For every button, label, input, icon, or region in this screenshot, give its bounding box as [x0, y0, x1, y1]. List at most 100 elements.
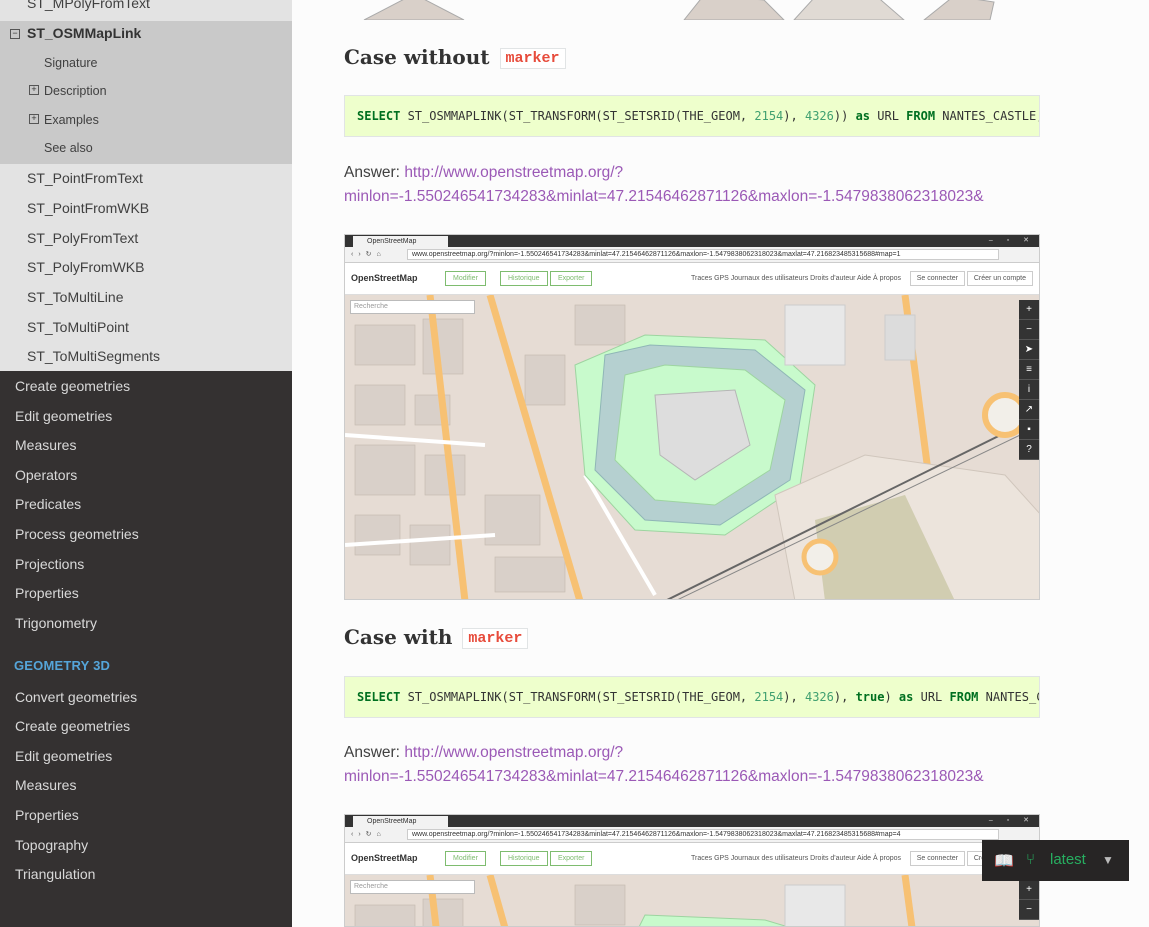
- address-bar: ‹›↻⌂ www.openstreetmap.org/?minlon=-1.55…: [345, 827, 1039, 843]
- expand-icon[interactable]: +: [29, 114, 39, 124]
- map-screenshot-previous: [344, 0, 1040, 20]
- version-selector[interactable]: 📖 ⑂ latest ▼: [982, 840, 1129, 881]
- sidebar-item-projections[interactable]: Projections: [15, 556, 84, 572]
- browser-tab-strip: OpenStreetMap – ▫ ✕: [345, 235, 1039, 247]
- answer-paragraph-2: Answer: http://www.openstreetmap.org/? m…: [344, 741, 1044, 789]
- sql-keyword-from: FROM: [949, 690, 979, 704]
- osm-logo: OpenStreetMap: [351, 853, 418, 863]
- version-label: latest: [1050, 851, 1086, 868]
- sidebar-subitem-examples[interactable]: Examples: [44, 113, 99, 127]
- osm-screenshot-2: OpenStreetMap – ▫ ✕ ‹›↻⌂ www.openstreetm…: [344, 814, 1040, 927]
- right-gutter: [1092, 0, 1149, 927]
- map-fragment: [344, 0, 1040, 20]
- sidebar-item-operators[interactable]: Operators: [15, 467, 77, 483]
- answer-link-continued[interactable]: minlon=-1.550246541734283&minlat=47.2154…: [344, 768, 984, 785]
- sidebar-item-st-pointfromtext[interactable]: ST_PointFromText: [27, 170, 143, 186]
- url-field: www.openstreetmap.org/?minlon=-1.5502465…: [407, 249, 999, 260]
- sql-text: ),: [783, 690, 805, 704]
- sidebar-item-topography[interactable]: Topography: [15, 837, 88, 853]
- sidebar-item-st-tomultiline[interactable]: ST_ToMultiLine: [27, 289, 124, 305]
- sidebar-subitem-signature[interactable]: Signature: [44, 56, 98, 70]
- sql-keyword-select: SELECT: [357, 690, 401, 704]
- layers-icon: ≡: [1019, 360, 1039, 380]
- sidebar-item-triangulation[interactable]: Triangulation: [15, 866, 95, 882]
- osm-modifier-button: Modifier: [445, 271, 486, 286]
- osm-modifier-button: Modifier: [445, 851, 486, 866]
- window-controls: – ▫ ✕: [988, 237, 1035, 244]
- osm-exporter-button: Exporter: [550, 271, 593, 286]
- sidebar-item-st-mpolyfromtext[interactable]: ST_MPolyFromText: [27, 0, 287, 14]
- locate-icon: ➤: [1019, 340, 1039, 360]
- sidebar-item-process-geometries[interactable]: Process geometries: [15, 526, 139, 542]
- sidebar-item-st-osmmaplink[interactable]: ST_OSMMapLink: [27, 25, 141, 41]
- sidebar-item-convert-geometries[interactable]: Convert geometries: [15, 689, 137, 705]
- answer-link[interactable]: http://www.openstreetmap.org/?: [404, 744, 623, 761]
- sidebar-item-create-geometries[interactable]: Create geometries: [15, 378, 130, 394]
- sidebar-item-predicates[interactable]: Predicates: [15, 496, 81, 512]
- sql-text: ),: [783, 109, 805, 123]
- osm-map: Recherche + − ➤ ≡ i ↗ ▪ ?: [345, 294, 1039, 599]
- sql-keyword-from: FROM: [906, 109, 936, 123]
- sidebar-item-trigonometry[interactable]: Trigonometry: [15, 615, 97, 631]
- book-icon: 📖: [994, 853, 1014, 870]
- sidebar-item-st-pointfromwkb[interactable]: ST_PointFromWKB: [27, 200, 149, 216]
- zoom-out-icon: −: [1019, 320, 1039, 340]
- sidebar-item-create-geometries-3d[interactable]: Create geometries: [15, 718, 130, 734]
- info-icon: i: [1019, 380, 1039, 400]
- sidebar-item-edit-geometries[interactable]: Edit geometries: [15, 408, 112, 424]
- map-drawing: [345, 294, 1039, 599]
- sql-number: 4326: [804, 109, 834, 123]
- sidebar-item-st-tomultipoint[interactable]: ST_ToMultiPoint: [27, 319, 129, 335]
- sidebar-subitem-description[interactable]: Description: [44, 84, 107, 98]
- sql-keyword-as: as: [898, 690, 914, 704]
- osm-search-input: Recherche: [350, 880, 475, 894]
- osm-nav-links: Traces GPS Journaux des utilisateurs Dro…: [690, 275, 901, 282]
- browser-tab: OpenStreetMap: [353, 816, 448, 827]
- git-branch-icon: ⑂: [1026, 851, 1036, 868]
- osm-historique-button: Historique: [500, 851, 548, 866]
- sql-keyword-true: true: [855, 690, 885, 704]
- sidebar-item-st-polyfromtext[interactable]: ST_PolyFromText: [27, 230, 138, 246]
- expand-icon[interactable]: +: [29, 85, 39, 95]
- browser-nav-icons: ‹›↻⌂: [351, 251, 386, 258]
- osm-map-controls: + − ➤ ≡ i ↗ ▪ ?: [1019, 300, 1039, 460]
- answer-label: Answer:: [344, 744, 400, 761]
- sidebar-item-st-tomultisegments[interactable]: ST_ToMultiSegments: [27, 348, 160, 364]
- sql-code-block-1: SELECT ST_OSMMAPLINK(ST_TRANSFORM(ST_SET…: [344, 95, 1040, 137]
- sql-text: )): [833, 109, 856, 123]
- osm-signup-button: Créer un compte: [966, 271, 1033, 286]
- chevron-down-icon: ▼: [1102, 853, 1114, 867]
- sql-text: URL: [870, 109, 907, 123]
- osm-screenshot-1: OpenStreetMap – ▫ ✕ ‹›↻⌂ www.openstreetm…: [344, 234, 1040, 600]
- sidebar-item-measures-3d[interactable]: Measures: [15, 777, 76, 793]
- sidebar-caption-geometry-3d: GEOMETRY 3D: [14, 658, 111, 673]
- sidebar-item-st-polyfromwkb[interactable]: ST_PolyFromWKB: [27, 259, 144, 275]
- heading-case-with: Case with marker: [344, 625, 529, 649]
- collapse-icon[interactable]: −: [10, 29, 20, 39]
- sql-text: ): [884, 690, 899, 704]
- sidebar-item-edit-geometries-3d[interactable]: Edit geometries: [15, 748, 112, 764]
- heading-case-without: Case without marker: [344, 45, 566, 69]
- sidebar-item-measures[interactable]: Measures: [15, 437, 76, 453]
- osm-map: Recherche + −: [345, 874, 1039, 926]
- sql-text: ST_OSMMAPLINK(ST_TRANSFORM(ST_SETSRID(TH…: [400, 690, 755, 704]
- answer-link-continued[interactable]: minlon=-1.550246541734283&minlat=47.2154…: [344, 188, 984, 205]
- sidebar-item-properties-3d[interactable]: Properties: [15, 807, 79, 823]
- browser-nav-icons: ‹›↻⌂: [351, 831, 386, 838]
- sidebar-current-block: − ST_OSMMapLink Signature + Description …: [0, 21, 292, 164]
- heading-text: Case without: [344, 45, 490, 69]
- sidebar-subitem-see-also[interactable]: See also: [44, 141, 93, 155]
- osm-historique-button: Historique: [500, 271, 548, 286]
- sidebar-item-properties[interactable]: Properties: [15, 585, 79, 601]
- osm-login-button: Se connecter: [909, 271, 965, 286]
- answer-paragraph-1: Answer: http://www.openstreetmap.org/? m…: [344, 161, 1044, 209]
- osm-header: OpenStreetMap Modifier Historique Export…: [345, 843, 1039, 875]
- main-content: Case without marker SELECT ST_OSMMAPLINK…: [292, 0, 1092, 927]
- zoom-in-icon: +: [1019, 300, 1039, 320]
- answer-link[interactable]: http://www.openstreetmap.org/?: [404, 164, 623, 181]
- help-icon: ?: [1019, 440, 1039, 460]
- window-controls: – ▫ ✕: [988, 817, 1035, 824]
- sidebar-nav: ST_MPolyFromText − ST_OSMMapLink Signatu…: [0, 0, 292, 927]
- inline-code-marker: marker: [499, 48, 566, 69]
- browser-tab: OpenStreetMap: [353, 236, 448, 247]
